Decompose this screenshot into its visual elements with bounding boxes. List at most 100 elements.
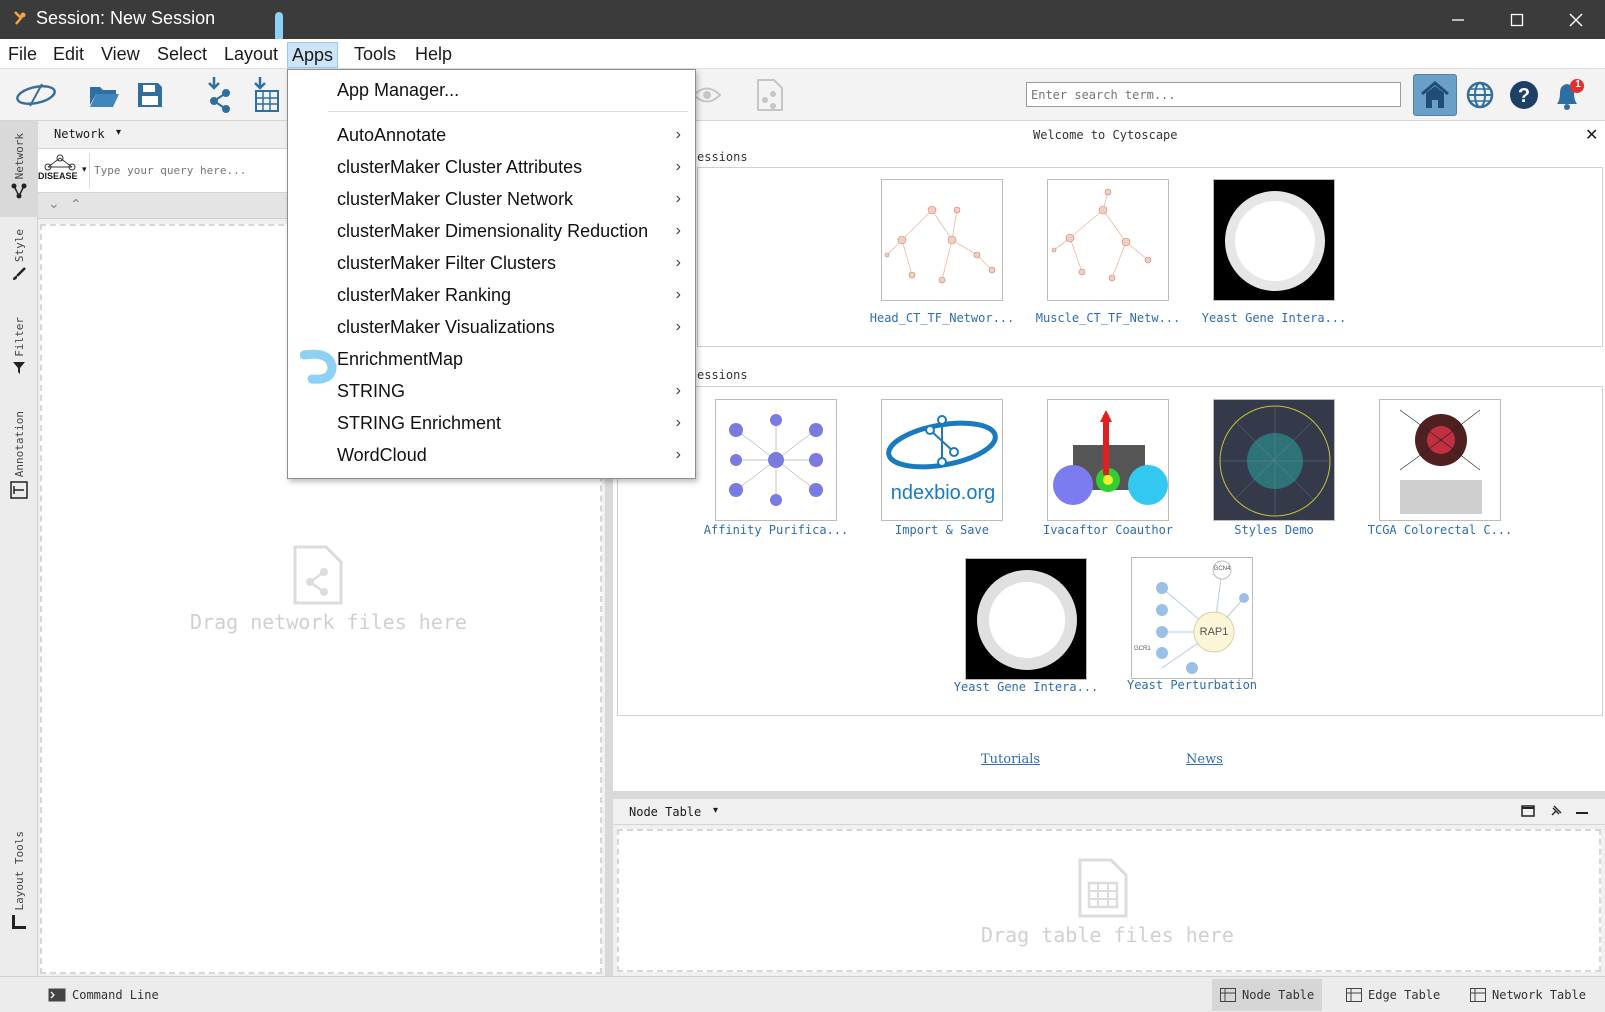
collapse-all-icon[interactable]: ⌃	[70, 197, 82, 213]
network-query-input[interactable]	[94, 157, 282, 183]
export-network-button[interactable]	[752, 77, 788, 113]
command-line-button[interactable]: Command Line	[40, 979, 167, 1011]
menu-item-clustermaker-cluster-attributes[interactable]: clusterMaker Cluster Attributes ›	[288, 151, 695, 183]
sample-thumb-label[interactable]: TCGA Colorectal C...	[1347, 523, 1533, 537]
tab-style[interactable]: Style	[0, 229, 38, 309]
menu-item-clustermaker-dimensionality-reduction[interactable]: clusterMaker Dimensionality Reduction ›	[288, 215, 695, 247]
sample-thumb[interactable]: ndexbio.org	[881, 399, 1003, 521]
cytoscape-logo-button[interactable]	[14, 77, 58, 113]
status-tab-edge-table[interactable]: Edge Table	[1338, 979, 1448, 1011]
sample-thumb-label[interactable]: Affinity Purifica...	[685, 523, 867, 537]
menu-layout[interactable]: Layout	[220, 42, 282, 68]
sample-thumb-label[interactable]: Yeast Perturbation	[1111, 678, 1273, 692]
session-thumb-label[interactable]: Head_CT_TF_Networ...	[861, 311, 1023, 325]
sample-thumb[interactable]	[1047, 399, 1169, 521]
menu-tools[interactable]: Tools	[350, 42, 400, 68]
status-tab-node-table[interactable]: Node Table	[1212, 979, 1323, 1011]
node-table-caret-icon[interactable]: ▾	[713, 805, 718, 816]
import-table-icon	[254, 77, 279, 112]
search-input[interactable]	[1026, 82, 1401, 107]
sample-thumb[interactable]: RAP1 GCN4 GCR1	[1131, 557, 1253, 679]
sample-thumb-label[interactable]: Yeast Gene Intera...	[945, 680, 1107, 694]
apps-dropdown-menu: App Manager... AutoAnnotate › clusterMake…	[287, 69, 696, 479]
tutorials-link[interactable]: Tutorials	[981, 752, 1040, 767]
menu-select[interactable]: Select	[153, 42, 211, 68]
open-session-button[interactable]	[86, 77, 122, 113]
sample-sessions-label: essions	[697, 368, 748, 382]
disease-query-selector[interactable]: DISEASE ▾	[38, 153, 90, 189]
status-tab-network-table[interactable]: Network Table	[1462, 979, 1594, 1011]
sample-thumb[interactable]	[1213, 399, 1335, 521]
pin-icon[interactable]	[1549, 804, 1563, 818]
yeast-network-graphic	[977, 570, 1077, 670]
ndex-button[interactable]	[1462, 77, 1498, 113]
sample-thumb[interactable]	[1379, 399, 1501, 521]
menu-item-label: EnrichmentMap	[337, 349, 464, 369]
sample-thumb[interactable]	[715, 399, 837, 521]
tab-filter[interactable]: Filter	[0, 317, 38, 397]
menu-item-clustermaker-ranking[interactable]: clusterMaker Ranking ›	[288, 279, 695, 311]
menu-item-app-manager[interactable]: App Manager...	[288, 74, 695, 106]
close-button[interactable]	[1547, 0, 1605, 39]
home-button[interactable]	[1413, 74, 1457, 116]
welcome-close-icon[interactable]: ✕	[1585, 125, 1598, 144]
maximize-button[interactable]	[1488, 0, 1546, 39]
chevron-right-icon: ›	[675, 126, 681, 143]
minimize-panel-icon[interactable]	[1575, 809, 1589, 815]
menu-edit[interactable]: Edit	[49, 42, 88, 68]
menu-item-clustermaker-cluster-network[interactable]: clusterMaker Cluster Network ›	[288, 183, 695, 215]
menu-item-string-enrichment[interactable]: STRING Enrichment ›	[288, 407, 695, 439]
session-thumb[interactable]	[881, 179, 1003, 301]
network-thumb-graphic	[884, 205, 996, 284]
chevron-right-icon: ›	[675, 414, 681, 431]
sample-thumb-label[interactable]: Import & Save	[861, 523, 1023, 537]
import-table-button[interactable]	[248, 77, 284, 113]
table-drop-text: Drag table files here	[981, 923, 1234, 947]
menu-separator	[328, 111, 688, 112]
minimize-button[interactable]	[1429, 0, 1487, 39]
home-icon	[1421, 81, 1449, 108]
tab-annotation[interactable]: Annotation	[0, 411, 38, 519]
import-network-button[interactable]	[202, 77, 238, 113]
menu-item-string[interactable]: STRING ›	[288, 375, 695, 407]
menu-item-autoannotate[interactable]: AutoAnnotate ›	[288, 119, 695, 151]
network-dropdown[interactable]: Network	[54, 127, 105, 141]
menu-item-label: WordCloud	[337, 445, 427, 465]
tab-filter-label: Filter	[12, 317, 26, 357]
session-thumb[interactable]	[1047, 179, 1169, 301]
news-link[interactable]: News	[1186, 752, 1223, 767]
menu-item-enrichmentmap[interactable]: EnrichmentMap	[288, 343, 695, 375]
chevron-right-icon: ›	[675, 158, 681, 175]
sample-thumb[interactable]	[965, 558, 1087, 680]
horizontal-splitter[interactable]	[613, 791, 1605, 799]
menu-file[interactable]: File	[4, 42, 41, 68]
menu-item-label: STRING	[337, 381, 406, 401]
command-line-label: Command Line	[72, 988, 159, 1002]
sample-thumb-label[interactable]: Styles Demo	[1193, 523, 1355, 537]
session-thumb-label[interactable]: Yeast Gene Intera...	[1193, 311, 1355, 325]
menu-view[interactable]: View	[97, 42, 144, 68]
menu-bar: File Edit View Select Layout Apps Tools …	[0, 39, 1605, 69]
network-dropdown-caret-icon[interactable]: ▾	[116, 127, 121, 138]
help-button[interactable]: ?	[1506, 77, 1542, 113]
title-bar: Session: New Session	[0, 0, 1605, 42]
sample-thumb-label[interactable]: Ivacaftor Coauthor	[1027, 523, 1189, 537]
node-table-dropdown[interactable]: Node Table	[629, 805, 701, 819]
notifications-button[interactable]: 1	[1550, 77, 1586, 113]
table-drop-zone[interactable]: Drag table files here	[617, 829, 1601, 972]
session-thumb[interactable]	[1213, 179, 1335, 301]
menu-help[interactable]: Help	[411, 42, 456, 68]
save-session-button[interactable]	[132, 77, 168, 113]
ndex-logo-graphic	[886, 415, 998, 470]
float-window-icon[interactable]	[1521, 805, 1535, 817]
menu-item-wordcloud[interactable]: WordCloud ›	[288, 439, 695, 471]
menu-item-clustermaker-visualizations[interactable]: clusterMaker Visualizations ›	[288, 311, 695, 343]
menu-item-clustermaker-filter-clusters[interactable]: clusterMaker Filter Clusters ›	[288, 247, 695, 279]
tab-network[interactable]: Network	[0, 121, 38, 217]
chevron-right-icon: ›	[675, 318, 681, 335]
menu-item-label: clusterMaker Filter Clusters	[337, 253, 557, 273]
tab-layout-tools[interactable]: Layout Tools	[0, 831, 38, 951]
session-thumb-label[interactable]: Muscle_CT_TF_Netw...	[1027, 311, 1189, 325]
menu-apps[interactable]: Apps	[287, 42, 339, 68]
expand-all-icon[interactable]: ⌄	[48, 196, 60, 212]
